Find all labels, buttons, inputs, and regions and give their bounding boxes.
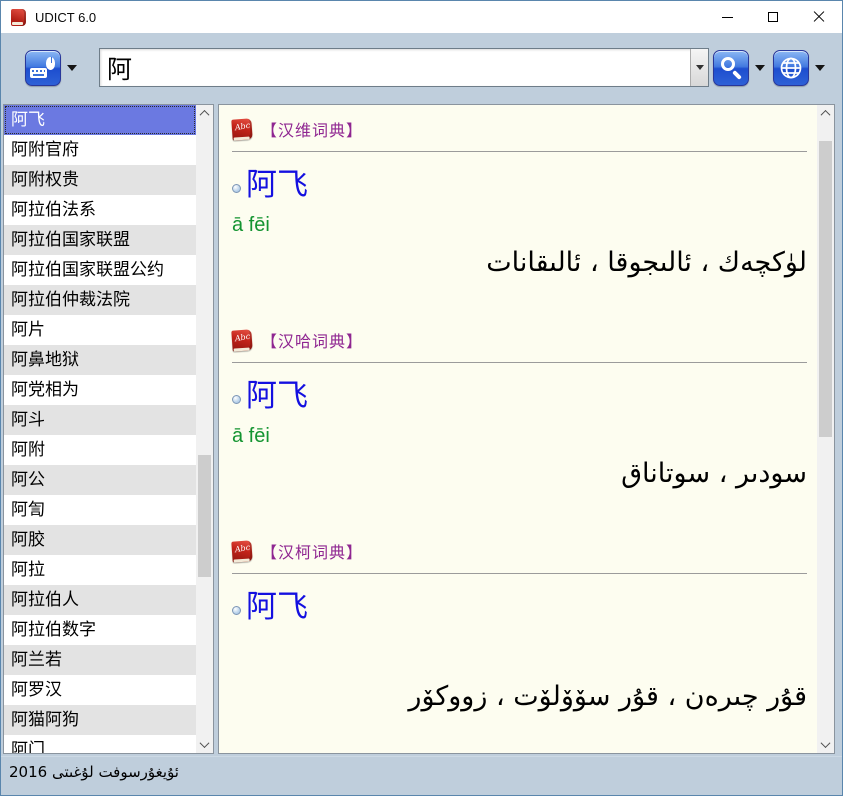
app-window: UDICT 6.0 <box>0 0 843 796</box>
input-method-dropdown-arrow-icon[interactable] <box>67 65 77 71</box>
scrollbar-thumb[interactable] <box>819 141 832 437</box>
list-item[interactable]: 阿附 <box>4 435 196 465</box>
search-icon <box>721 57 735 71</box>
word-list: 阿飞 阿附官府 阿附权贵 阿拉伯法系 阿拉伯国家联盟 阿拉伯国家联盟公约 阿拉伯… <box>3 104 214 754</box>
list-item[interactable]: 阿拉伯仲裁法院 <box>4 285 196 315</box>
pinyin: ā fēi <box>232 425 807 448</box>
statusbar: ئۇيغۇرسوفت لۇغىتى 2016 <box>1 756 842 795</box>
sidebar-scrollbar[interactable] <box>196 105 213 753</box>
maximize-icon <box>768 12 778 22</box>
dictionary-book-icon: Abc <box>231 329 252 351</box>
list-item[interactable]: 阿拉伯法系 <box>4 195 196 225</box>
window-title: UDICT 6.0 <box>35 10 96 25</box>
list-item[interactable]: 阿拉伯国家联盟 <box>4 225 196 255</box>
translation: لۈكچەك ، ئالىجوقا ، ئالىقانات <box>232 243 807 282</box>
list-item[interactable]: 阿猫阿狗 <box>4 705 196 735</box>
list-item[interactable]: 阿片 <box>4 315 196 345</box>
definitions-content: Abc 【汉维词典】 阿飞 ā fēi لۈكچەك ، ئالىجوقا ، … <box>219 105 817 753</box>
list-item[interactable]: 阿公 <box>4 465 196 495</box>
dictionary-book-icon: Abc <box>231 540 252 562</box>
pronounce-icon[interactable] <box>232 184 241 193</box>
dictionary-entry: Abc 【汉维词典】 阿飞 ā fēi لۈكچەك ، ئالىجوقا ، … <box>232 117 807 282</box>
list-item[interactable]: 阿附官府 <box>4 135 196 165</box>
dictionary-entry: Abc 【汉柯词典】 阿飞 قۇر چىرەن ، قۇر سۆۆلۆت ، ز… <box>232 539 807 715</box>
dictionary-name: 【汉哈词典】 <box>261 328 363 352</box>
minimize-icon <box>722 17 733 18</box>
headword-row: 阿飞 <box>232 590 807 624</box>
headword[interactable]: 阿飞 <box>246 379 308 413</box>
list-item[interactable]: 阿訇 <box>4 495 196 525</box>
window-controls <box>704 1 842 33</box>
chevron-down-icon <box>696 65 704 70</box>
close-button[interactable] <box>796 1 842 33</box>
translation: قۇر چىرەن ، قۇر سۆۆلۆت ، زووكۆر <box>232 677 807 716</box>
entry-header: Abc 【汉维词典】 <box>232 117 807 141</box>
scroll-down-button[interactable] <box>817 736 834 753</box>
web-dropdown-arrow-icon[interactable] <box>815 65 825 71</box>
headword[interactable]: 阿飞 <box>246 168 308 202</box>
list-item[interactable]: 阿拉伯国家联盟公约 <box>4 255 196 285</box>
entry-header: Abc 【汉柯词典】 <box>232 539 807 563</box>
body-area: 阿飞 阿附官府 阿附权贵 阿拉伯法系 阿拉伯国家联盟 阿拉伯国家联盟公约 阿拉伯… <box>1 102 842 756</box>
statusbar-text: ئۇيغۇرسوفت لۇغىتى 2016 <box>9 763 179 781</box>
list-item[interactable]: 阿兰若 <box>4 645 196 675</box>
list-item[interactable]: 阿拉伯人 <box>4 585 196 615</box>
scroll-up-button[interactable] <box>817 105 834 122</box>
definitions-panel: Abc 【汉维词典】 阿飞 ā fēi لۈكچەك ، ئالىجوقا ، … <box>218 104 835 754</box>
word-list-items: 阿飞 阿附官府 阿附权贵 阿拉伯法系 阿拉伯国家联盟 阿拉伯国家联盟公约 阿拉伯… <box>4 105 196 753</box>
main-scrollbar[interactable] <box>817 105 834 753</box>
app-book-icon <box>11 9 26 26</box>
divider <box>232 362 807 363</box>
dictionary-name: 【汉维词典】 <box>261 117 363 141</box>
mouse-icon <box>46 57 55 70</box>
maximize-button[interactable] <box>750 1 796 33</box>
chevron-up-icon <box>200 110 210 120</box>
list-item[interactable]: 阿斗 <box>4 405 196 435</box>
dictionary-book-icon: Abc <box>231 118 252 140</box>
chevron-up-icon <box>821 110 831 120</box>
list-item[interactable]: 阿门 <box>4 735 196 753</box>
chevron-down-icon <box>821 738 831 748</box>
search-history-dropdown-button[interactable] <box>690 49 708 86</box>
list-item[interactable]: 阿党相为 <box>4 375 196 405</box>
web-search-button[interactable] <box>773 50 809 86</box>
scroll-down-button[interactable] <box>196 736 213 753</box>
dictionary-name: 【汉柯词典】 <box>261 539 363 563</box>
translation: سودىر ، سوتاناق <box>232 454 807 493</box>
search-combobox <box>99 48 709 87</box>
titlebar[interactable]: UDICT 6.0 <box>1 1 842 33</box>
list-item[interactable]: 阿附权贵 <box>4 165 196 195</box>
divider <box>232 573 807 574</box>
scrollbar-thumb[interactable] <box>198 455 211 577</box>
close-icon <box>813 11 825 23</box>
headword-row: 阿飞 <box>232 168 807 202</box>
entry-header: Abc 【汉哈词典】 <box>232 328 807 352</box>
pronounce-icon[interactable] <box>232 395 241 404</box>
scroll-up-button[interactable] <box>196 105 213 122</box>
toolbar <box>1 33 842 102</box>
list-item[interactable]: 阿鼻地狱 <box>4 345 196 375</box>
headword-row: 阿飞 <box>232 379 807 413</box>
search-input[interactable] <box>100 49 690 86</box>
pinyin: ā fēi <box>232 214 807 237</box>
search-button[interactable] <box>713 50 749 86</box>
list-item[interactable]: 阿罗汉 <box>4 675 196 705</box>
chevron-down-icon <box>200 738 210 748</box>
globe-icon <box>778 55 804 81</box>
list-item[interactable]: 阿拉 <box>4 555 196 585</box>
keyboard-icon <box>30 68 47 78</box>
minimize-button[interactable] <box>704 1 750 33</box>
headword[interactable]: 阿飞 <box>246 590 308 624</box>
list-item[interactable]: 阿飞 <box>4 105 196 135</box>
list-item[interactable]: 阿胶 <box>4 525 196 555</box>
input-method-button[interactable] <box>25 50 61 86</box>
search-dropdown-arrow-icon[interactable] <box>755 65 765 71</box>
divider <box>232 151 807 152</box>
list-item[interactable]: 阿拉伯数字 <box>4 615 196 645</box>
pronounce-icon[interactable] <box>232 606 241 615</box>
dictionary-entry: Abc 【汉哈词典】 阿飞 ā fēi سودىر ، سوتاناق <box>232 328 807 493</box>
